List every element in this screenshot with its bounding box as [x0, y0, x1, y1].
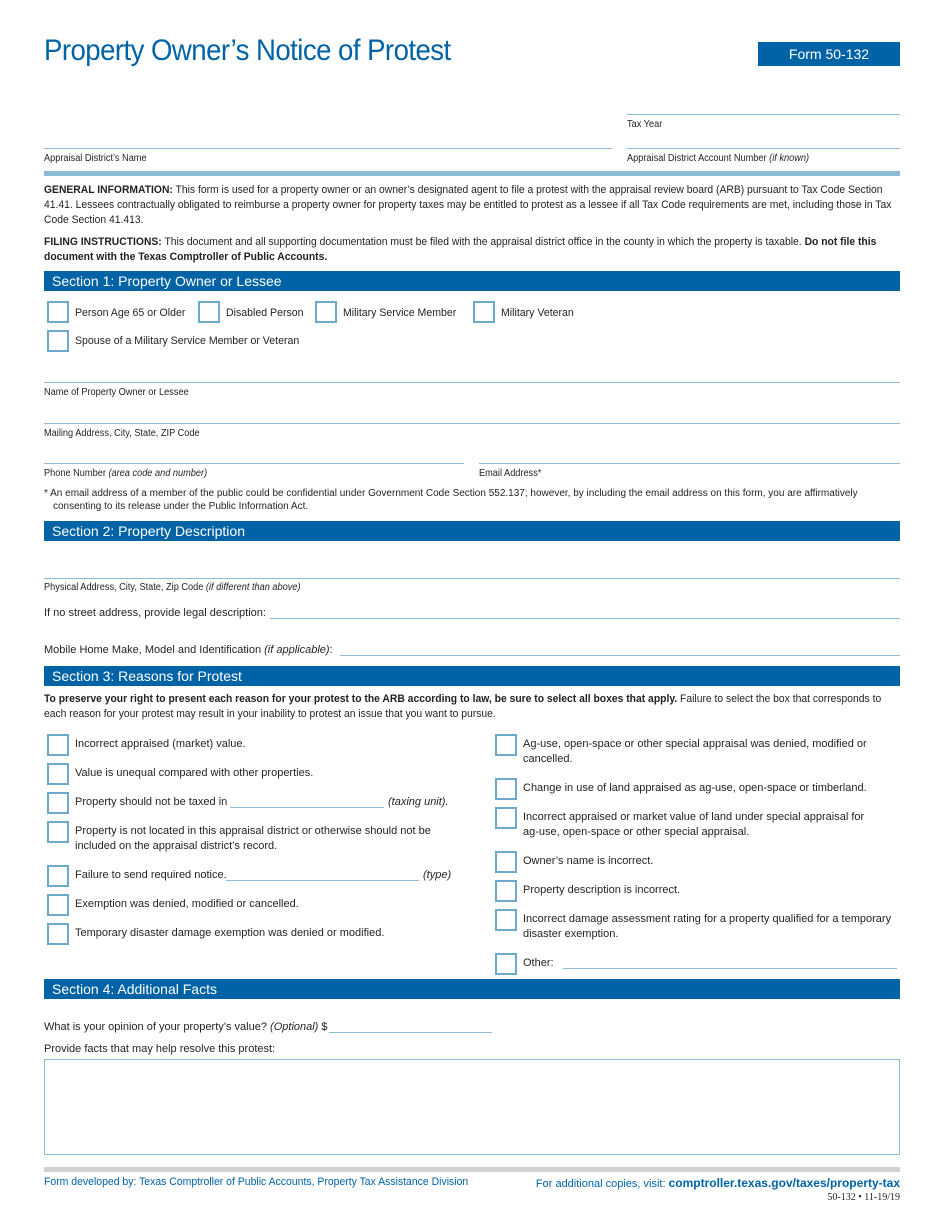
reason-special-appraisal-denied-checkbox[interactable] [495, 734, 517, 756]
checkbox-military-service-member[interactable] [315, 301, 337, 323]
page-title: Property Owner’s Notice of Protest [44, 34, 451, 67]
section-1-header: Section 1: Property Owner or Lessee [44, 271, 900, 291]
tax-year-label: Tax Year [627, 119, 663, 130]
reason-unequal-value-checkbox[interactable] [47, 763, 69, 785]
reason-label: Ag-use, open-space or other special appr… [523, 738, 867, 765]
checkbox-label: Disabled Person [226, 307, 304, 319]
reason-label: Value is unequal compared with other pro… [75, 767, 314, 779]
tax-year-field[interactable] [627, 114, 900, 115]
reason-damage-rating-checkbox[interactable] [495, 909, 517, 931]
footer-link[interactable]: comptroller.texas.gov/taxes/property-tax [669, 1176, 900, 1190]
owner-name-label: Name of Property Owner or Lessee [44, 387, 189, 398]
checkbox-military-spouse[interactable] [47, 330, 69, 352]
form-number-badge: Form 50-132 [758, 42, 900, 66]
phone-field[interactable] [44, 463, 464, 464]
district-name-field[interactable] [44, 148, 612, 149]
reason-other-checkbox[interactable] [495, 953, 517, 975]
reason-label: Incorrect appraised (market) value. [75, 738, 246, 750]
checkbox-age-65[interactable] [47, 301, 69, 323]
reason-label: Incorrect damage assessment rating for a… [523, 913, 892, 940]
footer-copies: For additional copies, visit: comptrolle… [535, 1176, 900, 1190]
section-3-header: Section 3: Reasons for Protest [44, 666, 900, 686]
reason-not-located-checkbox[interactable] [47, 821, 69, 843]
email-field[interactable] [479, 463, 900, 464]
reason-label: Temporary disaster damage exemption was … [75, 927, 385, 939]
legal-description-field[interactable] [270, 618, 900, 619]
reason-label: Owner’s name is incorrect. [523, 855, 654, 867]
checkbox-label: Person Age 65 or Older [75, 307, 186, 319]
phone-label: Phone Number (area code and number) [44, 468, 208, 479]
reason-label: Failure to send required notice. [75, 869, 227, 881]
reason-label: Property should not be taxed in [75, 796, 228, 808]
mobile-home-field[interactable] [340, 655, 900, 656]
checkbox-military-veteran[interactable] [473, 301, 495, 323]
reason-label: Other: [523, 957, 554, 969]
checkbox-label: Military Veteran [501, 307, 574, 319]
email-label: Email Address* [479, 468, 542, 479]
mailing-address-label: Mailing Address, City, State, ZIP Code [44, 428, 200, 439]
notice-type-field[interactable] [226, 880, 419, 881]
account-number-field[interactable] [627, 148, 900, 149]
reason-label: Property description is incorrect. [523, 884, 681, 896]
general-information: GENERAL INFORMATION: This form is used f… [44, 184, 892, 226]
facts-label: Provide facts that may help resolve this… [44, 1043, 276, 1055]
email-footnote: * An email address of a member of the pu… [44, 488, 858, 512]
checkbox-disabled-person[interactable] [198, 301, 220, 323]
footer-form-code: 50-132 • 11-19/19 [827, 1192, 900, 1203]
reason-label: Exemption was denied, modified or cancel… [75, 898, 299, 910]
filing-instructions: FILING INSTRUCTIONS: This document and a… [44, 236, 877, 263]
reason-failure-notice-checkbox[interactable] [47, 865, 69, 887]
mailing-address-field[interactable] [44, 423, 900, 424]
reason-label: Incorrect appraised or market value of l… [523, 811, 865, 838]
other-reason-field[interactable] [563, 968, 897, 969]
reason-not-taxed-checkbox[interactable] [47, 792, 69, 814]
reason-special-land-value-checkbox[interactable] [495, 807, 517, 829]
opinion-value-label: What is your opinion of your property’s … [44, 1021, 328, 1033]
section-4-header: Section 4: Additional Facts [44, 979, 900, 999]
footer-divider [44, 1167, 900, 1172]
reason-owner-name-checkbox[interactable] [495, 851, 517, 873]
reason-disaster-exemption-checkbox[interactable] [47, 923, 69, 945]
section-3-intro: To preserve your right to present each r… [44, 693, 882, 720]
reason-property-description-checkbox[interactable] [495, 880, 517, 902]
physical-address-field[interactable] [44, 578, 900, 579]
checkbox-label: Military Service Member [343, 307, 457, 319]
checkbox-label: Spouse of a Military Service Member or V… [75, 335, 300, 347]
taxing-unit-suffix: (taxing unit). [388, 796, 449, 808]
facts-textarea[interactable] [44, 1059, 900, 1155]
owner-name-field[interactable] [44, 382, 900, 383]
district-name-label: Appraisal District’s Name [44, 153, 147, 164]
reason-label: Change in use of land appraised as ag-us… [523, 782, 867, 794]
reason-change-in-use-checkbox[interactable] [495, 778, 517, 800]
notice-type-suffix: (type) [423, 869, 452, 881]
header-divider [44, 171, 900, 176]
legal-description-label: If no street address, provide legal desc… [44, 607, 266, 619]
physical-address-label: Physical Address, City, State, Zip Code … [44, 582, 301, 593]
footer-developed-by: Form developed by: Texas Comptroller of … [44, 1176, 469, 1188]
taxing-unit-field[interactable] [230, 807, 384, 808]
account-number-label: Appraisal District Account Number (if kn… [627, 153, 810, 164]
opinion-value-field[interactable] [329, 1032, 492, 1033]
reason-incorrect-value-checkbox[interactable] [47, 734, 69, 756]
section-2-header: Section 2: Property Description [44, 521, 900, 541]
mobile-home-label: Mobile Home Make, Model and Identificati… [44, 644, 333, 656]
reason-label: Property is not located in this appraisa… [75, 825, 431, 852]
reason-exemption-denied-checkbox[interactable] [47, 894, 69, 916]
